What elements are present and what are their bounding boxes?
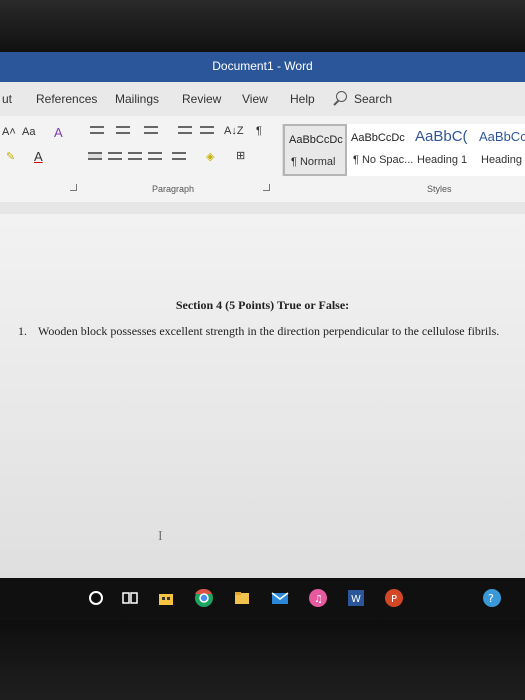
style-heading-2-sample: AaBbCc	[479, 129, 525, 144]
document-page[interactable]: Section 4 (5 Points) True or False: 1. W…	[0, 214, 525, 578]
taskbar: ♫ W P ?	[0, 578, 525, 620]
tab-view[interactable]: View	[242, 92, 268, 106]
style-no-spacing-name: ¶ No Spac...	[353, 154, 414, 166]
powerpoint-icon[interactable]: P	[382, 586, 406, 610]
style-heading-2[interactable]: AaBbCc Heading 2	[475, 124, 525, 176]
question-text: Wooden block possesses excellent strengt…	[38, 324, 500, 338]
style-no-spacing-sample: AaBbCcDc	[351, 132, 405, 144]
highlight-color-icon[interactable]: ✎	[6, 150, 15, 163]
task-view-icon[interactable]	[118, 586, 142, 610]
clear-formatting-icon[interactable]: A	[54, 125, 63, 140]
word-icon[interactable]: W	[344, 586, 368, 610]
show-marks-icon[interactable]: ¶	[256, 125, 262, 137]
font-dialog-launcher[interactable]	[70, 184, 77, 191]
search-icon[interactable]	[336, 91, 347, 102]
question-number: 1.	[18, 324, 27, 338]
svg-text:W: W	[351, 594, 361, 605]
ribbon-tabs: ut References Mailings Review View Help …	[0, 82, 525, 117]
style-no-spacing[interactable]: AaBbCcDc ¶ No Spac...	[347, 124, 414, 176]
shading-icon[interactable]: ◈	[206, 150, 214, 163]
font-color-icon[interactable]: A	[34, 149, 43, 164]
section-heading: Section 4 (5 Points) True or False:	[175, 298, 350, 312]
tab-layout[interactable]: ut	[2, 92, 12, 106]
window-title: Document1 - Word	[212, 59, 313, 73]
text-cursor-icon: I	[158, 529, 163, 544]
grow-font-icon[interactable]: A˄	[2, 126, 16, 138]
itunes-icon[interactable]: ♫	[306, 586, 330, 610]
search-box[interactable]: Search	[354, 92, 392, 106]
numbering-icon[interactable]	[116, 126, 130, 134]
align-center-icon[interactable]	[108, 152, 122, 160]
store-icon[interactable]	[154, 586, 178, 610]
title-bar: Document1 - Word	[0, 52, 525, 82]
cortana-icon[interactable]	[84, 586, 108, 610]
style-normal-name: ¶ Normal	[291, 156, 336, 168]
styles-gallery: AaBbCcDc ¶ Normal AaBbCcDc ¶ No Spac... …	[282, 124, 525, 176]
mail-icon[interactable]	[268, 586, 292, 610]
borders-icon[interactable]: ⊞	[236, 149, 245, 162]
increase-indent-icon[interactable]	[200, 126, 214, 134]
align-right-icon[interactable]	[128, 152, 142, 160]
styles-group-label: Styles	[427, 184, 452, 194]
style-heading-1-sample: AaBbC(	[415, 128, 468, 145]
style-normal[interactable]: AaBbCcDc ¶ Normal	[283, 124, 347, 176]
screen-bezel-bottom	[0, 620, 525, 700]
style-normal-sample: AaBbCcDc	[289, 134, 343, 146]
svg-text:♫: ♫	[314, 594, 323, 605]
paragraph-dialog-launcher[interactable]	[263, 184, 270, 191]
tab-review[interactable]: Review	[182, 92, 221, 106]
align-left-icon[interactable]	[88, 152, 102, 160]
svg-text:?: ?	[488, 592, 494, 605]
line-spacing-icon[interactable]	[172, 152, 186, 160]
bullets-icon[interactable]	[90, 126, 104, 134]
help-icon[interactable]: ?	[480, 586, 504, 610]
file-explorer-icon[interactable]	[230, 586, 254, 610]
change-case-button[interactable]: Aa	[22, 126, 35, 138]
sort-icon[interactable]: A↓Z	[224, 125, 244, 137]
screen-bezel-top	[0, 0, 525, 52]
tab-references[interactable]: References	[36, 92, 97, 106]
style-heading-2-name: Heading 2	[481, 154, 525, 166]
tab-help[interactable]: Help	[290, 92, 315, 106]
svg-text:P: P	[391, 594, 397, 605]
style-heading-1[interactable]: AaBbC( Heading 1	[411, 124, 475, 176]
multilevel-list-icon[interactable]	[144, 126, 158, 134]
tab-mailings[interactable]: Mailings	[115, 92, 159, 106]
decrease-indent-icon[interactable]	[178, 126, 192, 134]
justify-icon[interactable]	[148, 152, 162, 160]
style-heading-1-name: Heading 1	[417, 154, 468, 166]
paragraph-group-label: Paragraph	[152, 184, 195, 194]
ribbon: A˄ Aa A ✎ A A↓Z ¶ ◈ ⊞ AaBbCcDc ¶ Normal …	[0, 116, 525, 203]
chrome-icon[interactable]	[192, 586, 216, 610]
